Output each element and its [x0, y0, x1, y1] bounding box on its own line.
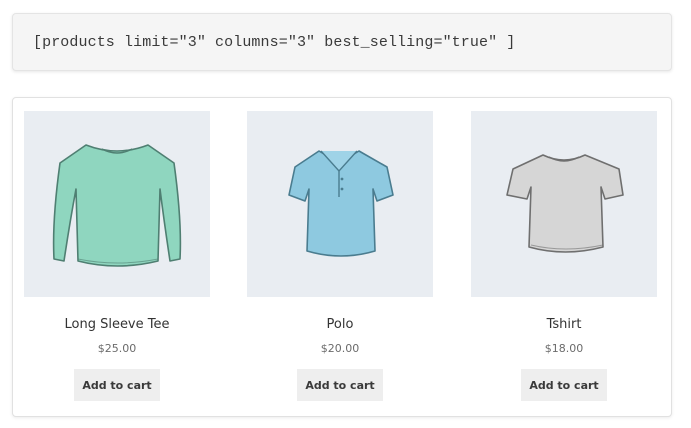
- shortcode-block: [products limit="3" columns="3" best_sel…: [12, 13, 672, 71]
- product-card: Long Sleeve Tee $25.00 Add to cart: [24, 111, 210, 401]
- product-price: $20.00: [320, 342, 360, 355]
- products-grid: Long Sleeve Tee $25.00 Add to cart Polo …: [12, 97, 672, 417]
- product-image[interactable]: [471, 111, 657, 297]
- product-image[interactable]: [24, 111, 210, 297]
- tshirt-icon: [506, 154, 624, 253]
- product-card: Polo $20.00 Add to cart: [247, 111, 433, 401]
- polo-shirt-icon: [288, 150, 394, 257]
- product-title[interactable]: Long Sleeve Tee: [64, 317, 169, 332]
- long-sleeve-tee-icon: [52, 144, 182, 267]
- shortcode-text: [products limit="3" columns="3" best_sel…: [33, 33, 516, 51]
- product-card: Tshirt $18.00 Add to cart: [471, 111, 657, 401]
- product-price: $18.00: [544, 342, 584, 355]
- add-to-cart-button[interactable]: Add to cart: [297, 369, 383, 401]
- product-price: $25.00: [97, 342, 137, 355]
- add-to-cart-button[interactable]: Add to cart: [521, 369, 607, 401]
- product-title[interactable]: Tshirt: [547, 317, 582, 332]
- product-image[interactable]: [247, 111, 433, 297]
- add-to-cart-button[interactable]: Add to cart: [74, 369, 160, 401]
- product-title[interactable]: Polo: [327, 317, 354, 332]
